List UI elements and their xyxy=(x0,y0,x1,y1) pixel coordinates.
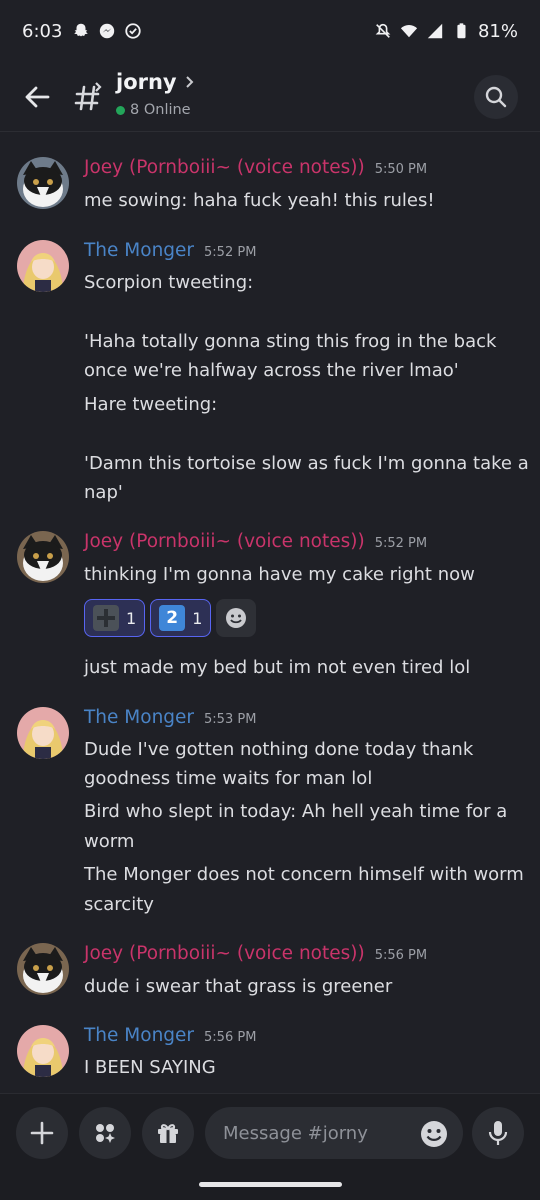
channel-name: jorny xyxy=(116,70,177,94)
back-arrow-icon[interactable] xyxy=(20,80,54,114)
message-meta: The Monger 5:53 PM xyxy=(84,707,256,728)
message-meta: Joey (Pornboiii~ (voice notes)) 5:50 PM xyxy=(84,157,427,178)
message-text: thinking I'm gonna have my cake right no… xyxy=(84,564,475,585)
search-icon xyxy=(485,86,507,108)
reaction-keycap-two[interactable]: 2 1 xyxy=(150,599,212,637)
plus-icon xyxy=(30,1121,54,1145)
message-text: Hare tweeting: xyxy=(84,394,218,415)
message-text: The Monger does not concern himself with… xyxy=(84,864,524,885)
emoji-picker-icon[interactable] xyxy=(419,1119,449,1149)
timestamp: 5:53 PM xyxy=(204,712,257,727)
snapchat-icon xyxy=(74,23,89,37)
keycap-two-icon: 2 xyxy=(159,605,186,631)
reaction-plus[interactable]: 1 xyxy=(84,599,146,637)
smiley-icon xyxy=(226,608,247,628)
message-text: scarcity xyxy=(84,894,154,915)
gift-icon xyxy=(158,1124,178,1143)
timestamp: 5:56 PM xyxy=(204,1030,257,1045)
avatar[interactable] xyxy=(17,240,69,292)
message-meta: The Monger 5:56 PM xyxy=(84,1025,256,1046)
clock: 6:03 xyxy=(22,20,63,42)
avatar[interactable] xyxy=(17,531,69,583)
add-reaction-button[interactable] xyxy=(216,599,257,637)
reaction-count: 1 xyxy=(192,608,203,628)
author-name[interactable]: The Monger xyxy=(84,240,194,261)
author-name[interactable]: Joey (Pornboiii~ (voice notes)) xyxy=(84,157,365,178)
message-text: 'Haha totally gonna sting this frog in t… xyxy=(84,331,497,352)
online-count: 8 Online xyxy=(116,102,191,118)
author-name[interactable]: The Monger xyxy=(84,1025,194,1046)
message-meta: Joey (Pornboiii~ (voice notes)) 5:56 PM xyxy=(84,943,427,964)
message-text: once we're halfway across the river lmao… xyxy=(84,360,459,381)
heavy-plus-icon xyxy=(93,605,119,631)
message-text: worm xyxy=(84,831,135,852)
message-meta: The Monger 5:52 PM xyxy=(84,240,256,261)
message-placeholder: Message #jorny xyxy=(223,1122,368,1144)
chevron-right-icon xyxy=(185,76,194,88)
message-meta: Joey (Pornboiii~ (voice notes)) 5:52 PM xyxy=(84,531,427,552)
timestamp: 5:50 PM xyxy=(374,162,428,177)
message-text: I BEEN SAYING xyxy=(84,1057,216,1078)
message-text: Scorpion tweeting: xyxy=(84,272,254,293)
timestamp: 5:52 PM xyxy=(204,245,257,260)
wifi-icon xyxy=(400,25,418,38)
signal-icon xyxy=(427,23,443,39)
microphone-icon xyxy=(488,1121,508,1145)
message-text: just made my bed but im not even tired l… xyxy=(84,657,471,678)
message-text: Bird who slept in today: Ah hell yeah ti… xyxy=(84,801,508,822)
battery-level: 81% xyxy=(477,20,518,42)
status-bar: 6:03 81% xyxy=(0,0,540,62)
channel-header: jorny 8 Online xyxy=(0,62,540,132)
reactions-row: 1 2 1 xyxy=(84,599,257,637)
battery-icon xyxy=(457,23,466,39)
voice-message-button[interactable] xyxy=(472,1107,524,1159)
gift-button[interactable] xyxy=(142,1107,194,1159)
check-circle-icon xyxy=(125,23,142,39)
text-channel-icon xyxy=(74,82,102,111)
bell-off-icon xyxy=(375,23,391,38)
message-input[interactable]: Message #jorny xyxy=(205,1107,463,1159)
online-dot xyxy=(116,105,125,115)
author-name[interactable]: The Monger xyxy=(84,707,194,728)
channel-title[interactable]: jorny xyxy=(116,70,197,94)
apps-button[interactable] xyxy=(79,1107,131,1159)
avatar[interactable] xyxy=(17,1025,69,1077)
apps-icon xyxy=(96,1124,115,1143)
messenger-icon xyxy=(100,23,115,39)
home-indicator[interactable] xyxy=(199,1182,342,1187)
message-text: Dude I've gotten nothing done today than… xyxy=(84,739,474,760)
avatar[interactable] xyxy=(17,943,69,995)
avatar[interactable] xyxy=(17,707,69,759)
message-text: goodness time waits for man lol xyxy=(84,768,373,789)
author-name[interactable]: Joey (Pornboiii~ (voice notes)) xyxy=(84,943,365,964)
message-text: me sowing: haha fuck yeah! this rules! xyxy=(84,190,435,211)
timestamp: 5:52 PM xyxy=(374,536,428,551)
reaction-count: 1 xyxy=(126,608,137,628)
author-name[interactable]: Joey (Pornboiii~ (voice notes)) xyxy=(84,531,365,552)
avatar[interactable] xyxy=(17,157,69,209)
attach-button[interactable] xyxy=(16,1107,68,1159)
search-button[interactable] xyxy=(474,75,518,119)
message-text: dude i swear that grass is greener xyxy=(84,976,393,997)
online-label: 8 Online xyxy=(130,102,191,118)
message-text: nap' xyxy=(84,482,123,503)
message-text: 'Damn this tortoise slow as fuck I'm gon… xyxy=(84,453,529,474)
timestamp: 5:56 PM xyxy=(374,948,428,963)
